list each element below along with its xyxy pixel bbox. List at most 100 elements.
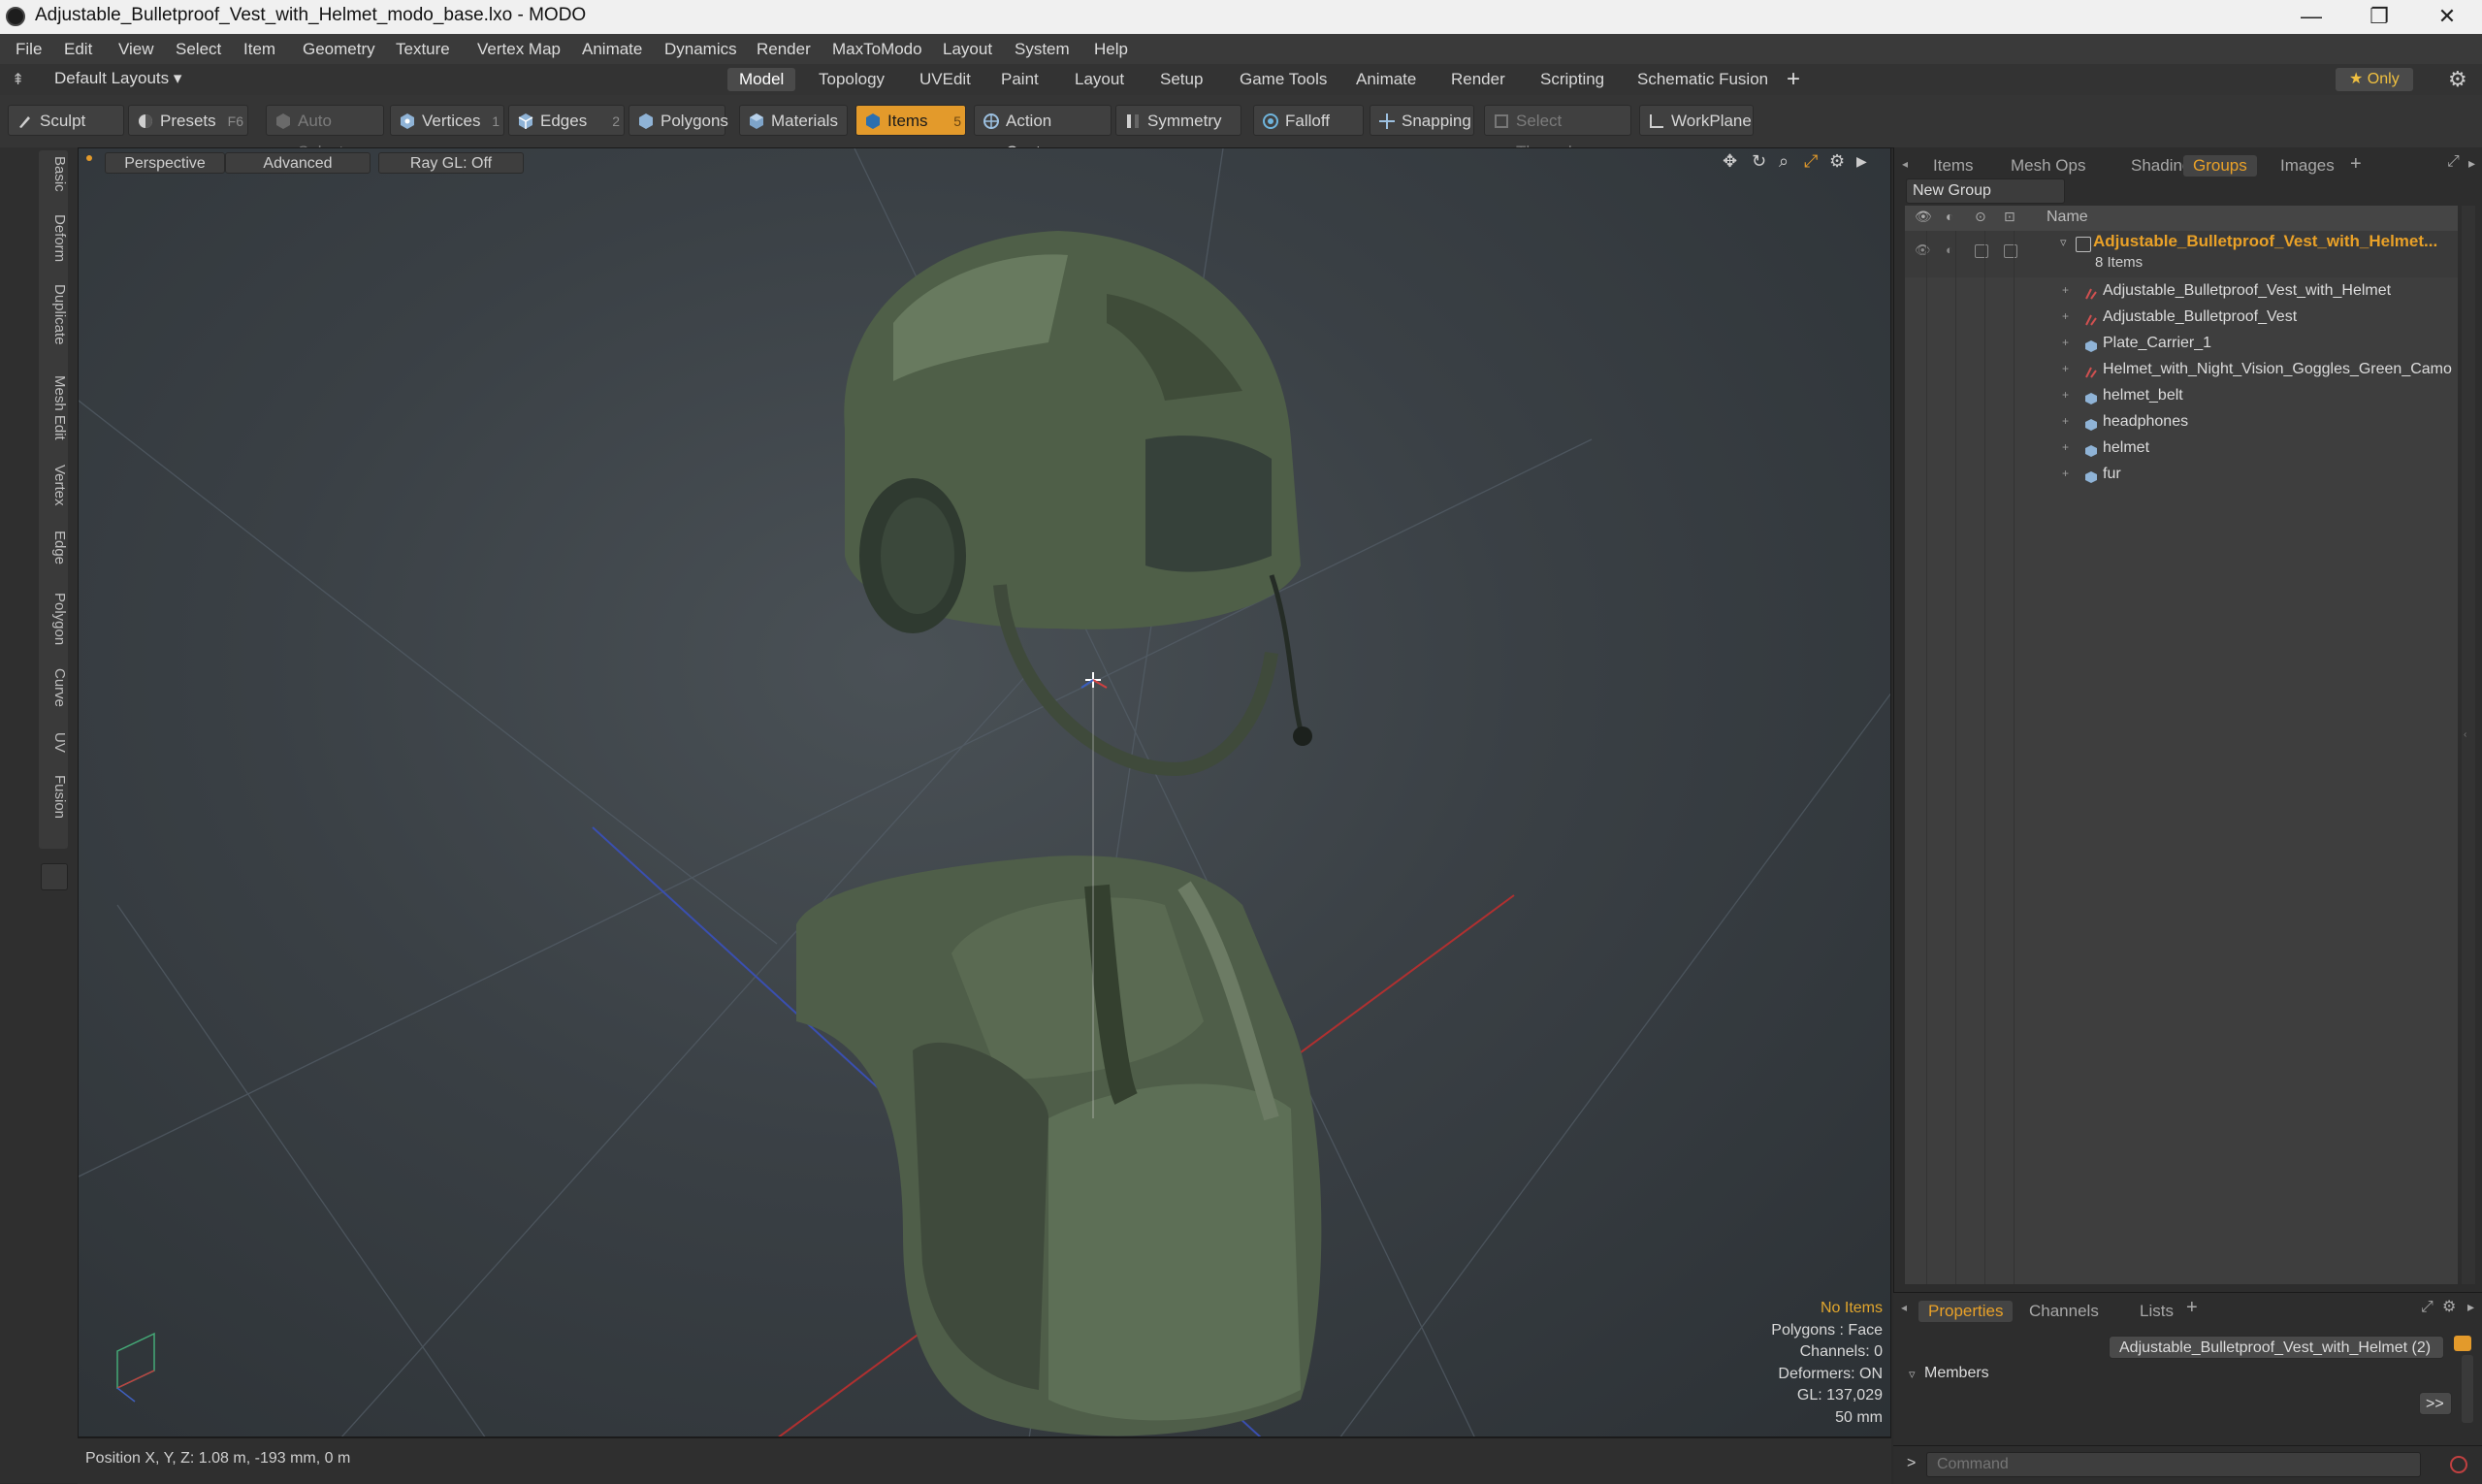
presets-button[interactable]: Presets F6 [128, 105, 248, 136]
panel-maximize-icon[interactable]: ⤢ [2447, 153, 2460, 171]
tab-groups[interactable]: Groups [2183, 155, 2257, 177]
menu-vertex-map[interactable]: Vertex Map [477, 40, 561, 59]
palette-toggle-button[interactable] [41, 863, 68, 890]
props-gear-icon[interactable]: ⚙ [2442, 1297, 2456, 1316]
tab-channels[interactable]: Channels [2019, 1301, 2109, 1322]
falloff-button[interactable]: Falloff [1253, 105, 1364, 136]
panel-expand-arrow-icon[interactable]: ▸ [2468, 155, 2475, 172]
vtab-vertex[interactable]: Vertex [39, 465, 68, 506]
tab-mesh-ops[interactable]: Mesh Ops [2001, 155, 2095, 177]
default-layouts-dropdown[interactable]: Default Layouts ▾ [54, 69, 181, 88]
vtab-uv[interactable]: UV [39, 732, 68, 753]
select-through-button[interactable]: Select Through [1484, 105, 1631, 161]
edges-button[interactable]: Edges 2 [508, 105, 625, 136]
vtab-edge[interactable]: Edge [39, 531, 68, 565]
viewport-settings-icon[interactable]: ⚙ [1829, 151, 1845, 172]
expand-icon[interactable]: + [2062, 435, 2069, 461]
add-panel-tab-button[interactable]: + [2350, 153, 2362, 176]
menu-item[interactable]: Item [243, 40, 275, 59]
vertices-button[interactable]: Vertices 1 [390, 105, 504, 136]
select-column-icon[interactable]: ⊡ [2004, 209, 2015, 225]
list-item[interactable]: + helmet_belt [1905, 382, 2458, 408]
props-maximize-icon[interactable]: ⤢ [2421, 1299, 2434, 1316]
layout-collapse-icon[interactable]: ⇞ [12, 70, 24, 89]
advanced-dropdown[interactable]: Advanced [225, 152, 371, 174]
tab-lists[interactable]: Lists [2130, 1301, 2183, 1322]
expand-icon[interactable]: + [2062, 382, 2069, 408]
viewport-expand-arrow-icon[interactable]: ▶ [1856, 153, 1867, 170]
list-item[interactable]: + Helmet_with_Night_Vision_Goggles_Green_… [1905, 356, 2458, 382]
name-field[interactable]: Adjustable_Bulletproof_Vest_with_Helmet … [2109, 1336, 2444, 1359]
tab-uvedit[interactable]: UVEdit [908, 68, 983, 91]
pan-icon[interactable]: ✥ [1723, 151, 1737, 172]
close-button[interactable]: ✕ [2413, 0, 2481, 34]
list-item[interactable]: + headphones [1905, 408, 2458, 435]
expand-icon[interactable]: + [2062, 408, 2069, 435]
vtab-deform[interactable]: Deform [39, 214, 68, 262]
list-item[interactable]: + Plate_Carrier_1 [1905, 330, 2458, 356]
action-center-button[interactable]: Action Center [974, 105, 1112, 161]
expand-icon[interactable]: + [2062, 277, 2069, 304]
menu-select[interactable]: Select [176, 40, 221, 59]
list-item[interactable]: + helmet [1905, 435, 2458, 461]
tab-setup[interactable]: Setup [1148, 68, 1214, 91]
visibility-column-icon[interactable]: 👁 [1915, 209, 1932, 225]
workplane-button[interactable]: WorkPlane [1639, 105, 1754, 136]
polygons-button[interactable]: Polygons [629, 105, 728, 136]
members-more-button[interactable]: >> [2419, 1392, 2452, 1415]
add-props-tab-button[interactable]: + [2186, 1297, 2198, 1319]
tab-render[interactable]: Render [1439, 68, 1517, 91]
props-menu-arrow-icon[interactable]: ◂ [1901, 1301, 1907, 1314]
only-toggle[interactable]: ★ Only [2336, 68, 2413, 91]
menu-dynamics[interactable]: Dynamics [664, 40, 737, 59]
tab-paint[interactable]: Paint [989, 68, 1050, 91]
group-row[interactable]: 👁 ◐ ▿ Adjustable_Bulletproof_Vest_with_H… [1905, 231, 2458, 277]
tab-items[interactable]: Items [1923, 155, 1983, 177]
panel-menu-arrow-icon[interactable]: ◂ [1902, 157, 1908, 171]
zoom-icon[interactable]: ⌕ [1779, 151, 1789, 172]
perspective-dropdown[interactable]: Perspective [105, 152, 225, 174]
tab-game-tools[interactable]: Game Tools [1228, 68, 1338, 91]
tab-animate[interactable]: Animate [1344, 68, 1428, 91]
vtab-basic[interactable]: Basic [39, 156, 68, 192]
tab-schematic-fusion[interactable]: Schematic Fusion [1626, 68, 1780, 91]
list-item[interactable]: + Adjustable_Bulletproof_Vest_with_Helmet [1905, 277, 2458, 304]
props-scrollbar[interactable] [2462, 1355, 2473, 1423]
groups-list[interactable]: 👁 ◐ ⊙ ⊡ Name 👁 ◐ ▿ Adjustable_Bulletproo… [1905, 206, 2458, 1284]
record-icon[interactable] [2450, 1456, 2467, 1473]
menu-file[interactable]: File [16, 40, 42, 59]
list-scrollbar[interactable]: ‹ [2462, 206, 2475, 1284]
group-expand-icon[interactable]: ▿ [2060, 235, 2067, 250]
vtab-fusion[interactable]: Fusion [39, 775, 68, 819]
lock-column-icon[interactable]: ⊙ [1975, 209, 1986, 225]
vtab-curve[interactable]: Curve [39, 668, 68, 707]
minimize-button[interactable]: — [2277, 0, 2345, 34]
menu-render[interactable]: Render [757, 40, 811, 59]
gear-icon[interactable]: ⚙ [2448, 67, 2467, 92]
tab-properties[interactable]: Properties [1918, 1301, 2014, 1322]
snapping-button[interactable]: Snapping [1370, 105, 1474, 136]
rotate-icon[interactable]: ↻ [1752, 151, 1766, 172]
menu-animate[interactable]: Animate [582, 40, 642, 59]
list-item[interactable]: + fur [1905, 461, 2458, 487]
group-select-checkbox[interactable] [2004, 244, 2017, 258]
tab-topology[interactable]: Topology [807, 68, 896, 91]
new-group-button[interactable]: New Group [1906, 178, 2065, 204]
members-collapse-icon[interactable]: ▿ [1909, 1367, 1916, 1382]
3d-viewport[interactable] [78, 147, 1891, 1437]
menu-texture[interactable]: Texture [396, 40, 450, 59]
auto-select-button[interactable]: Auto Select [266, 105, 384, 161]
command-input[interactable] [1926, 1452, 2421, 1477]
menu-edit[interactable]: Edit [64, 40, 92, 59]
props-expand-arrow-icon[interactable]: ▸ [2467, 1299, 2474, 1315]
render-column-icon[interactable]: ◐ [1946, 209, 1953, 224]
vtab-polygon[interactable]: Polygon [39, 593, 68, 645]
materials-button[interactable]: Materials [739, 105, 848, 136]
menu-system[interactable]: System [1015, 40, 1070, 59]
expand-icon[interactable]: + [2062, 330, 2069, 356]
add-layout-tab-button[interactable]: + [1787, 66, 1800, 93]
vtab-duplicate[interactable]: Duplicate [39, 284, 68, 345]
list-item[interactable]: + Adjustable_Bulletproof_Vest [1905, 304, 2458, 330]
tab-scripting[interactable]: Scripting [1529, 68, 1616, 91]
menu-geometry[interactable]: Geometry [303, 40, 375, 59]
